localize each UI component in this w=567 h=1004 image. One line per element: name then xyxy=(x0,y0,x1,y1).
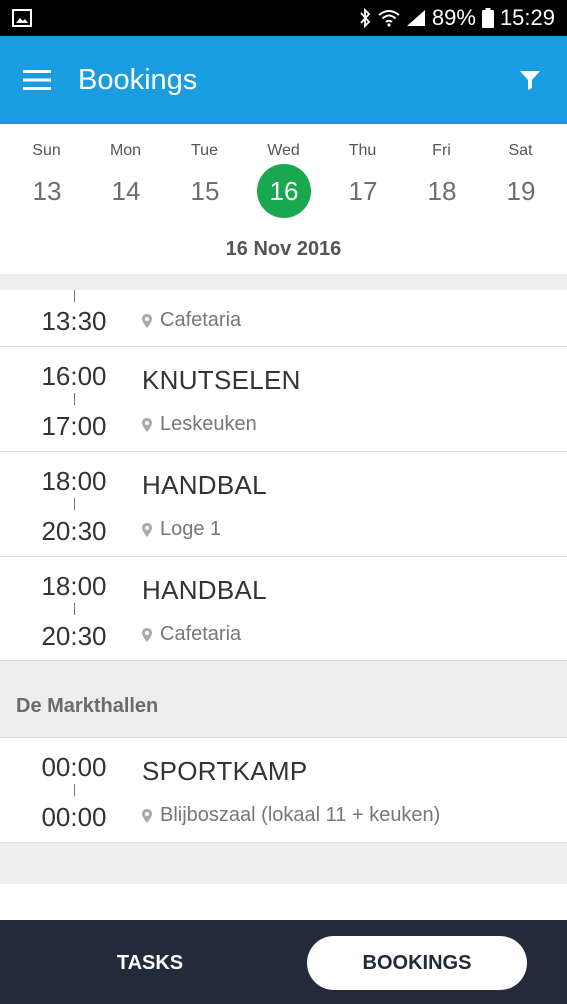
day-name: Tue xyxy=(191,142,218,159)
location-pin-icon xyxy=(142,313,152,328)
day-number: 13 xyxy=(32,176,62,206)
status-time: 15:29 xyxy=(499,5,555,30)
day-number: 19 xyxy=(506,176,536,206)
location-pin-icon xyxy=(142,522,152,537)
app-bar: Bookings xyxy=(0,36,567,124)
day-name: Sat xyxy=(508,142,533,159)
day-name: Sun xyxy=(32,142,61,159)
booking-location-text: Cafetaria xyxy=(160,309,242,331)
booking-location: Cafetaria xyxy=(142,623,241,646)
section-name: De Markthallen xyxy=(16,695,159,717)
list-top-gap xyxy=(0,274,567,290)
location-pin-icon xyxy=(142,627,152,642)
day-number: 16 xyxy=(257,164,311,218)
bluetooth-icon xyxy=(358,8,372,28)
day-number: 17 xyxy=(348,176,378,206)
signal-icon xyxy=(406,9,426,27)
booking-end-time: 13:30 xyxy=(41,306,107,336)
bookings-list: 13:30 Cafetaria 16:00 17:00 KNUTSELEN Le… xyxy=(0,274,567,884)
booking-title: SPORTKAMP xyxy=(142,756,308,786)
hamburger-menu-icon[interactable] xyxy=(22,65,52,95)
booking-row[interactable]: 13:30 Cafetaria xyxy=(0,290,567,347)
list-bottom-band xyxy=(0,884,567,920)
battery-percent: 89% xyxy=(431,5,476,30)
booking-start-time: 16:00 xyxy=(41,361,107,391)
time-divider xyxy=(74,290,75,302)
week-days: Sun 13 Mon 14 Tue 15 Wed 16 Thu 17 Fri 1… xyxy=(0,124,567,234)
booking-title: KNUTSELEN xyxy=(142,365,301,395)
booking-location: Leskeuken xyxy=(142,413,257,436)
status-bar: 89% 15:29 xyxy=(0,0,567,36)
day-number: 14 xyxy=(111,176,141,206)
status-bar-right: 89% 15:29 xyxy=(358,5,555,31)
section-header: De Markthallen xyxy=(0,661,567,738)
next-section-header-partial xyxy=(0,843,567,883)
booking-location-text: Loge 1 xyxy=(160,518,222,540)
booking-start-time: 18:00 xyxy=(41,571,107,601)
location-pin-icon xyxy=(142,808,152,823)
filter-icon[interactable] xyxy=(515,65,545,95)
bookings-tab-button[interactable]: BOOKINGS xyxy=(307,936,527,990)
time-divider xyxy=(74,603,75,615)
booking-end-time: 20:30 xyxy=(41,621,107,651)
booking-end-time: 17:00 xyxy=(41,411,107,441)
booking-title: HANDBAL xyxy=(142,470,267,500)
booking-location-text: Blijboszaal (lokaal 11 + keuken) xyxy=(160,804,441,826)
day-name: Fri xyxy=(432,142,451,159)
booking-title: HANDBAL xyxy=(142,575,267,605)
time-divider xyxy=(74,498,75,510)
day-name: Thu xyxy=(348,142,377,159)
booking-row[interactable]: 16:00 17:00 KNUTSELEN Leskeuken xyxy=(0,347,567,452)
booking-start-time: 18:00 xyxy=(41,466,107,496)
booking-row[interactable]: 18:00 20:30 HANDBAL Loge 1 xyxy=(0,452,567,557)
booking-end-time: 20:30 xyxy=(41,516,107,546)
time-divider xyxy=(74,393,75,405)
bottom-nav: TASKS BOOKINGS xyxy=(0,920,567,1004)
selected-date-label: 16 Nov 2016 xyxy=(225,238,342,260)
tasks-tab-button[interactable]: TASKS xyxy=(40,936,260,990)
page-title: Bookings xyxy=(78,63,198,96)
day-name: Mon xyxy=(109,142,142,159)
booking-end-time: 00:00 xyxy=(41,802,107,832)
status-bar-left xyxy=(12,9,32,27)
booking-location: Loge 1 xyxy=(142,518,221,541)
booking-location-text: Cafetaria xyxy=(160,623,242,645)
booking-start-time: 00:00 xyxy=(41,752,107,782)
booking-location: Cafetaria xyxy=(142,309,241,332)
day-number: 15 xyxy=(190,176,220,206)
location-pin-icon xyxy=(142,417,152,432)
booking-location: Blijboszaal (lokaal 11 + keuken) xyxy=(142,804,440,827)
booking-row[interactable]: 18:00 20:30 HANDBAL Cafetaria xyxy=(0,557,567,661)
gallery-notification-icon xyxy=(12,9,32,27)
booking-row[interactable]: 00:00 00:00 SPORTKAMP Blijboszaal (lokaa… xyxy=(0,738,567,843)
booking-location-text: Leskeuken xyxy=(160,413,257,435)
week-strip: Sun 13 Mon 14 Tue 15 Wed 16 Thu 17 Fri 1… xyxy=(0,124,567,274)
time-divider xyxy=(74,784,75,796)
battery-icon xyxy=(481,8,494,28)
wifi-icon xyxy=(378,9,400,27)
day-name: Wed xyxy=(267,142,300,159)
day-number: 18 xyxy=(427,176,457,206)
